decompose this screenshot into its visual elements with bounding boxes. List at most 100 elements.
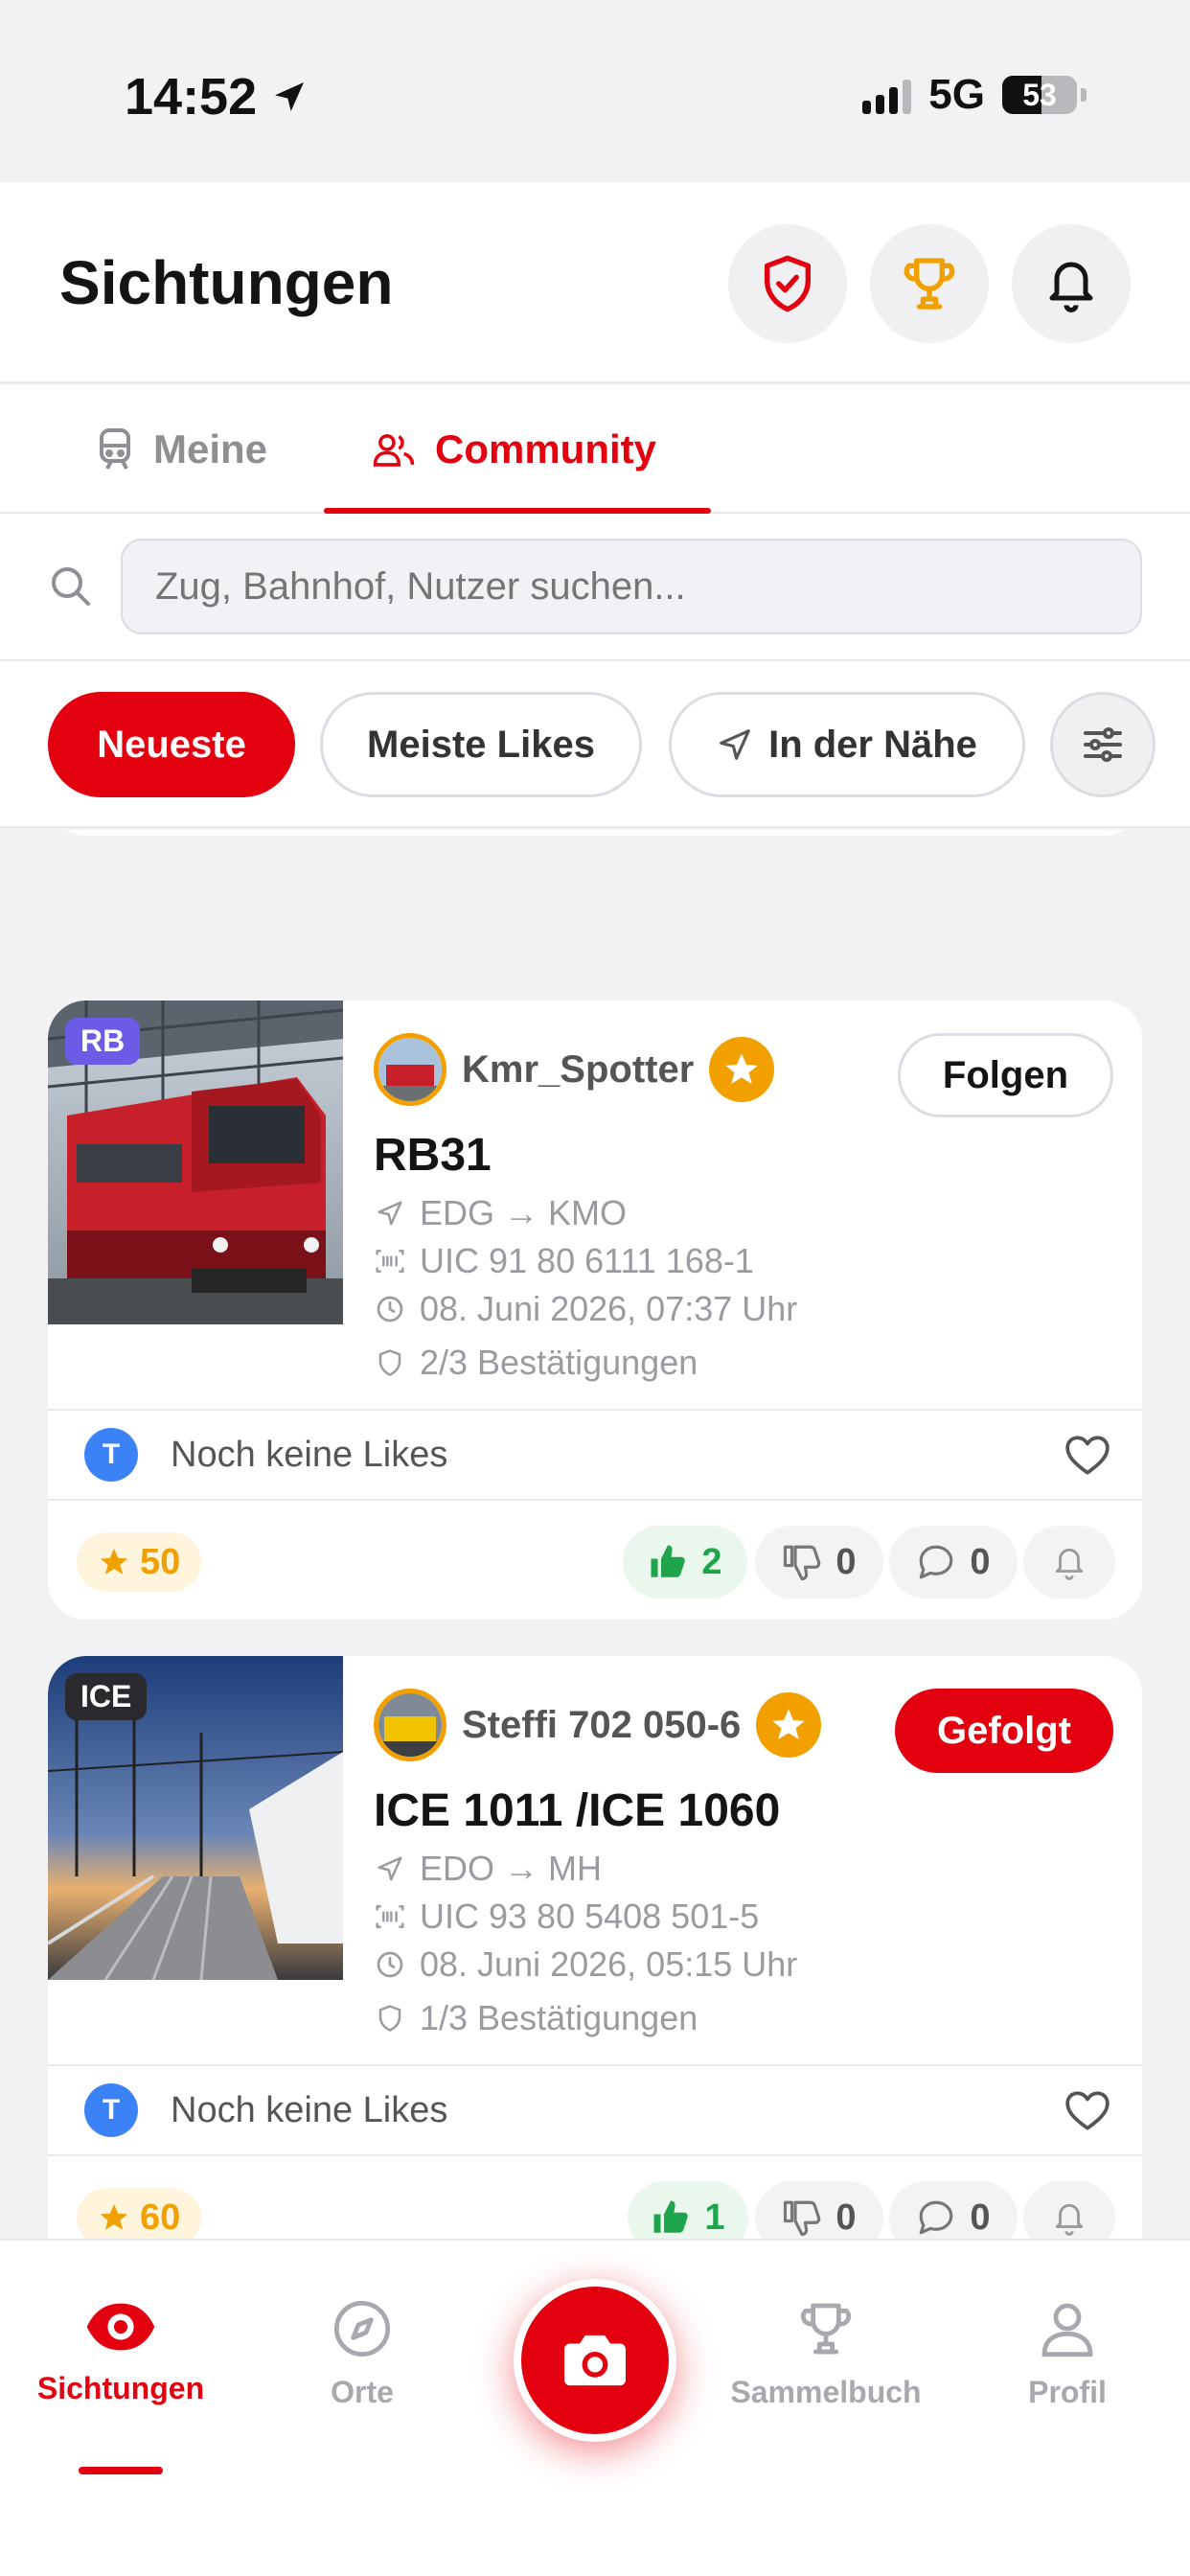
clock-icon <box>377 1951 403 1978</box>
username[interactable]: Kmr_Spotter <box>462 1048 694 1092</box>
search-bar <box>0 514 1190 661</box>
cellular-signal-icon <box>862 76 912 114</box>
subscribe-button[interactable] <box>1023 1526 1115 1598</box>
bottom-navigation: Sichtungen Orte Sammelbuch Profil <box>0 2239 1190 2576</box>
star-icon <box>100 1548 128 1575</box>
sighting-card[interactable]: RB Kmr_Spotter Folgen RB31 EDG → KMO UIC <box>48 1000 1142 1620</box>
comments-button[interactable]: 0 <box>889 2181 1018 2239</box>
sighting-datetime: 08. Juni 2026, 07:37 Uhr <box>374 1285 1113 1333</box>
like-button[interactable]: 1 <box>628 2181 748 2239</box>
tab-meine[interactable]: Meine <box>96 385 267 514</box>
sighting-info: Kmr_Spotter Folgen RB31 EDG → KMO UIC 91… <box>374 1029 1113 1387</box>
notifications-button[interactable] <box>1012 224 1131 343</box>
status-bar: 14:52 5G 53 <box>0 0 1190 182</box>
nav-sichtungen[interactable]: Sichtungen <box>15 2298 226 2406</box>
route: EDG → KMO <box>374 1189 1113 1237</box>
search-icon <box>52 567 90 606</box>
train-photo[interactable]: RB <box>48 1000 343 1324</box>
subscribe-button[interactable] <box>1023 2181 1115 2239</box>
thumbs-up-icon <box>653 2200 689 2233</box>
avatar[interactable] <box>374 1033 446 1106</box>
comments-button[interactable]: 0 <box>889 1526 1018 1598</box>
user-row: Kmr_Spotter Folgen <box>374 1029 1113 1117</box>
trophy-icon <box>800 2303 852 2355</box>
thumbs-down-icon <box>784 2200 821 2237</box>
shield-check-icon <box>765 255 811 312</box>
liker-avatar: T <box>84 2083 138 2137</box>
leaderboard-button[interactable] <box>870 224 989 343</box>
star-icon <box>725 1053 758 1084</box>
top-spotter-badge <box>709 1037 775 1102</box>
confirmations: 2/3 Bestätigungen <box>374 1339 1113 1387</box>
following-button[interactable]: Gefolgt <box>895 1689 1113 1773</box>
camera-button[interactable] <box>514 2279 676 2442</box>
verification-button[interactable] <box>728 224 847 343</box>
username[interactable]: Steffi 702 050-6 <box>462 1704 741 1747</box>
barcode-icon <box>376 1250 404 1273</box>
nav-orte[interactable]: Orte <box>257 2298 468 2410</box>
likes-summary: Noch keine Likes <box>171 2089 448 2130</box>
clock-icon <box>377 1296 403 1322</box>
user-row: Steffi 702 050-6 Gefolgt <box>374 1685 1113 1773</box>
star-icon <box>772 1709 805 1739</box>
location-arrow-icon <box>275 82 305 111</box>
camera-icon <box>564 2334 626 2386</box>
eye-icon <box>86 2303 155 2351</box>
likes-summary: Noch keine Likes <box>171 1434 448 1475</box>
bell-icon <box>1049 262 1093 312</box>
heart-icon[interactable] <box>1064 2088 1111 2132</box>
trophy-icon <box>904 258 955 310</box>
shield-icon <box>378 2005 401 2032</box>
bell-icon <box>1055 1548 1084 1580</box>
avatar[interactable] <box>374 1689 446 1761</box>
sighting-card[interactable]: ICE Steffi 702 050-6 Gefolgt ICE 1011 /I… <box>48 1656 1142 2239</box>
comment-icon <box>920 1545 953 1579</box>
filter-chips: Neueste Meiste Likes In der Nähe <box>0 661 1190 828</box>
dislike-button[interactable]: 0 <box>755 1526 883 1598</box>
search-input[interactable] <box>121 539 1142 634</box>
follow-button[interactable]: Folgen <box>897 1033 1113 1117</box>
filter-settings-button[interactable] <box>1050 692 1156 797</box>
uic-number: UIC 93 80 5408 501-5 <box>374 1893 1113 1941</box>
filter-newest[interactable]: Neueste <box>48 692 295 797</box>
sighting-info: Steffi 702 050-6 Gefolgt ICE 1011 /ICE 1… <box>374 1685 1113 2042</box>
card-actions: 60 1 0 0 <box>48 2160 1142 2239</box>
navigation-arrow-icon <box>378 1856 402 1881</box>
app-header: Sichtungen <box>0 182 1190 383</box>
route: EDO → MH <box>374 1845 1113 1893</box>
user-icon <box>1041 2303 1093 2358</box>
sightings-feed[interactable]: 55 1 0 0 <box>0 830 1190 2239</box>
status-indicators: 5G 53 <box>862 71 1087 119</box>
filter-most-likes[interactable]: Meiste Likes <box>320 692 642 797</box>
dislike-button[interactable]: 0 <box>755 2181 883 2239</box>
network-type: 5G <box>928 71 985 118</box>
compass-icon <box>333 2300 391 2358</box>
comment-icon <box>920 2200 953 2235</box>
confirmations: 1/3 Bestätigungen <box>374 1994 1113 2042</box>
like-button[interactable]: 2 <box>623 1526 747 1598</box>
nav-sammelbuch[interactable]: Sammelbuch <box>721 2298 931 2410</box>
card-actions: 55 1 0 0 <box>48 830 1142 832</box>
sighting-datetime: 08. Juni 2026, 05:15 Uhr <box>374 1941 1113 1989</box>
train-photo[interactable]: ICE <box>48 1656 343 1980</box>
thumbs-down-icon <box>784 1545 821 1581</box>
battery-icon: 53 <box>1002 76 1077 114</box>
train-icon <box>100 428 130 470</box>
points-badge: 50 <box>77 1532 202 1592</box>
sighting-card-previous[interactable]: 55 1 0 0 <box>48 830 1142 836</box>
barcode-icon <box>376 1905 404 1928</box>
thumbs-up-icon <box>651 1545 686 1577</box>
tab-community[interactable]: Community <box>324 385 711 514</box>
status-time: 14:52 <box>125 67 309 126</box>
points-badge: 60 <box>77 2188 202 2239</box>
liker-avatar: T <box>84 1428 138 1482</box>
likes-row: T Noch keine Likes <box>48 2064 1142 2156</box>
train-name: RB31 <box>374 1130 492 1181</box>
nav-profil[interactable]: Profil <box>962 2298 1173 2410</box>
filter-nearby[interactable]: In der Nähe <box>669 692 1025 797</box>
likes-row: T Noch keine Likes <box>48 1409 1142 1501</box>
heart-icon[interactable] <box>1064 1433 1111 1477</box>
star-icon <box>100 2203 128 2230</box>
battery-level: 53 <box>1022 78 1057 112</box>
bell-icon <box>1055 2203 1084 2236</box>
